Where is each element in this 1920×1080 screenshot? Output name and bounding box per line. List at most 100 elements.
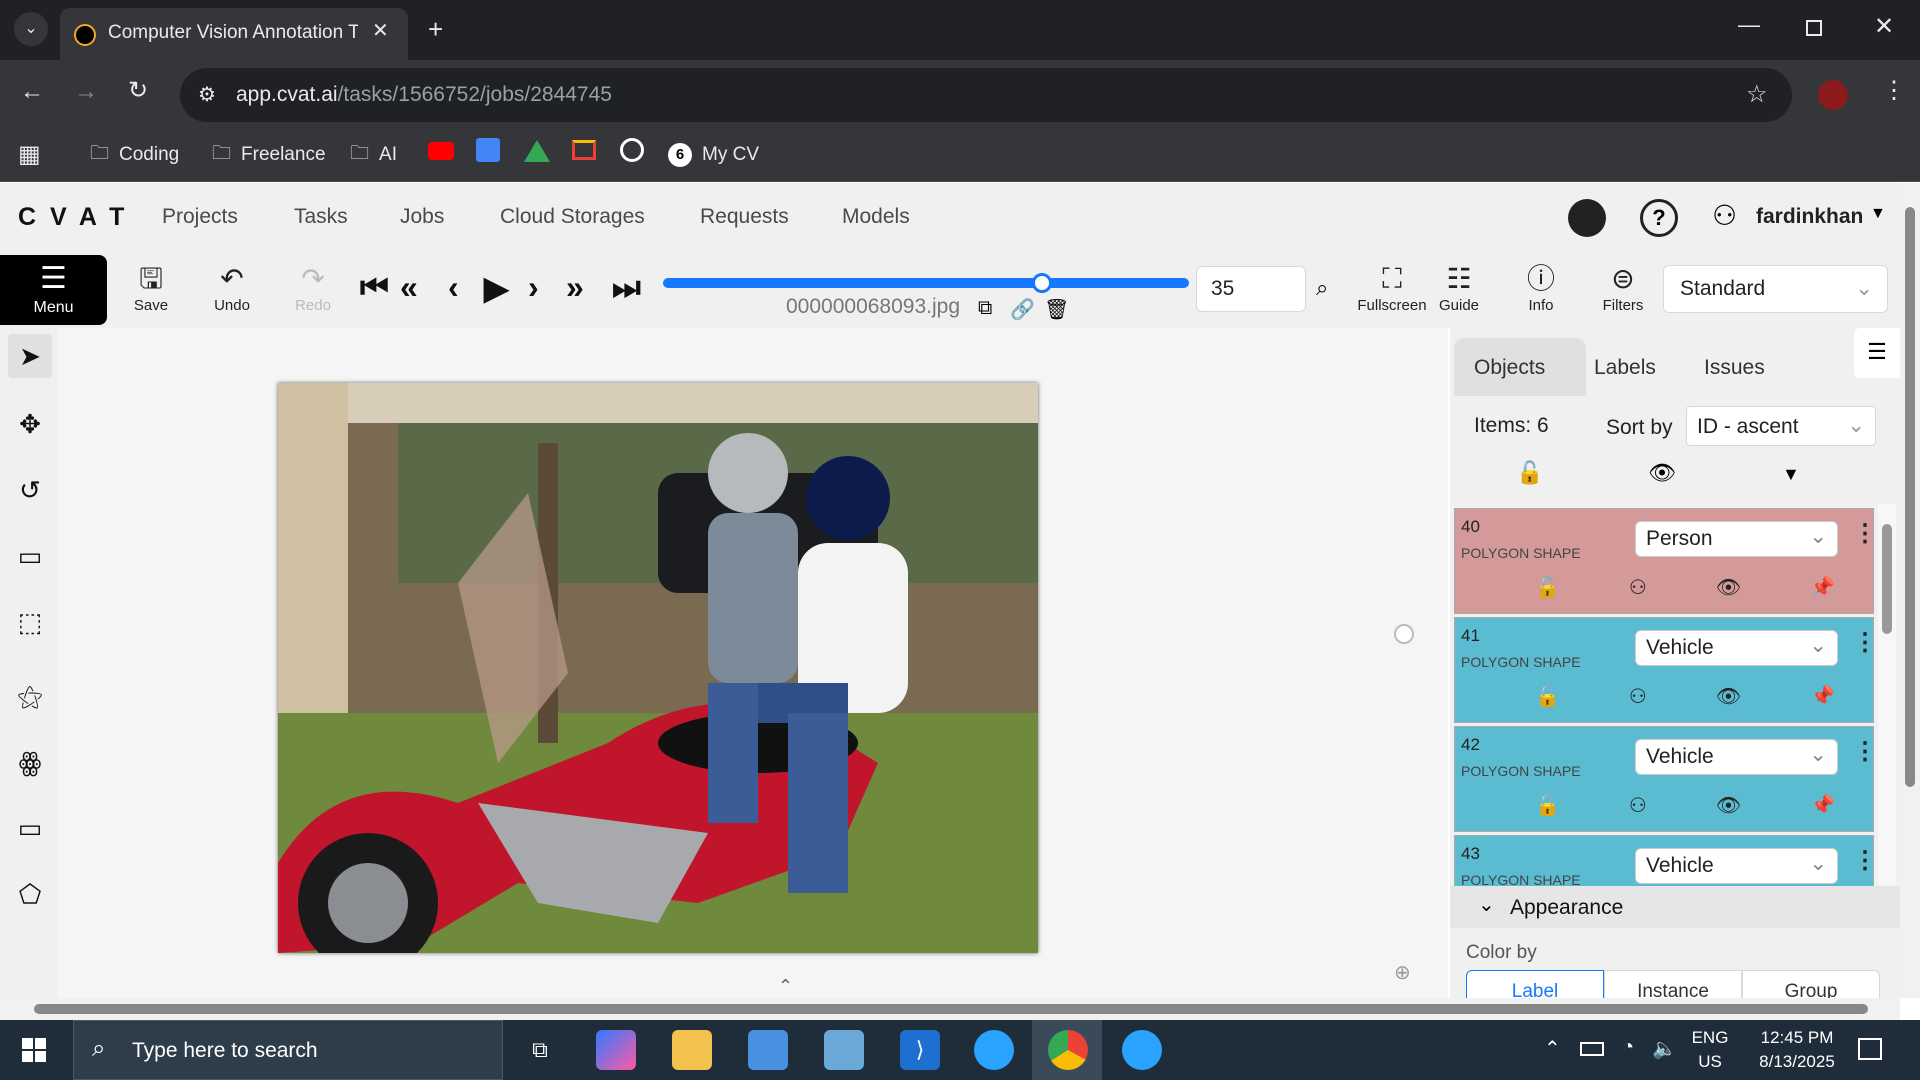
object-label-select[interactable]: Vehicle ⌄ xyxy=(1635,630,1838,666)
nav-tasks[interactable]: Tasks xyxy=(294,205,348,229)
page-vertical-scrollbar[interactable] xyxy=(1900,183,1920,998)
address-bar[interactable]: ⚙ app.cvat.ai/tasks/1566752/jobs/2844745… xyxy=(180,68,1792,122)
bookmark-my-cv[interactable]: 6 My CV xyxy=(668,138,759,172)
zoom-region-icon[interactable]: ⬚ xyxy=(8,600,52,644)
horizontal-scrollbar-thumb[interactable] xyxy=(34,1004,1868,1014)
nav-projects[interactable]: Projects xyxy=(162,205,238,229)
object-label-select[interactable]: Vehicle ⌄ xyxy=(1635,848,1838,884)
object-card-42[interactable]: 42 POLYGON SHAPE Vehicle ⌄ ⋮ 🔓 ⚇ 👁 📌 xyxy=(1454,726,1877,832)
person-icon[interactable]: ⚇ xyxy=(1629,793,1647,818)
last-frame-icon[interactable]: ⏭ xyxy=(612,269,641,307)
cursor-icon[interactable]: ➤ xyxy=(8,334,52,378)
frame-slider-track[interactable] xyxy=(663,278,1189,288)
filters-button[interactable]: ⊜ Filters xyxy=(1588,261,1658,314)
apps-grid-icon[interactable]: ▦ xyxy=(18,140,41,169)
bookmark-star-icon[interactable]: ☆ xyxy=(1746,80,1768,109)
close-window-icon[interactable]: ✕ xyxy=(1874,12,1894,41)
browser-menu-icon[interactable]: ⋮ xyxy=(1882,76,1906,105)
nav-jobs[interactable]: Jobs xyxy=(400,205,444,229)
outlook-icon[interactable] xyxy=(824,1030,864,1070)
save-button[interactable]: 🖫 Save xyxy=(116,261,186,314)
google-translate-icon[interactable] xyxy=(476,138,500,162)
eye-slash-icon[interactable]: 👁 xyxy=(1716,793,1741,818)
language-indicator[interactable]: ENG US xyxy=(1690,1028,1730,1072)
back-icon[interactable]: ← xyxy=(20,78,44,106)
app-icon[interactable] xyxy=(1122,1030,1162,1070)
nav-requests[interactable]: Requests xyxy=(700,205,789,229)
color-by-group-option[interactable]: Group xyxy=(1742,970,1880,998)
minimize-icon[interactable]: — xyxy=(1738,12,1760,38)
canvas-area[interactable]: ⌃ ⊕ xyxy=(58,328,1448,998)
gmail-icon[interactable] xyxy=(572,140,596,160)
page-horizontal-scrollbar[interactable] xyxy=(0,998,1900,1020)
lock-icon[interactable]: 🔓 xyxy=(1535,684,1560,709)
person-icon[interactable]: ⚇ xyxy=(1629,684,1647,709)
frame-slider-handle[interactable] xyxy=(1031,273,1052,293)
bookmark-freelance[interactable]: 🗀 Freelance xyxy=(212,138,326,172)
undo-button[interactable]: ↶ Undo xyxy=(197,261,267,314)
new-tab-icon[interactable]: + xyxy=(428,14,443,45)
copilot-icon[interactable] xyxy=(596,1030,636,1070)
profile-avatar[interactable] xyxy=(1818,80,1848,110)
notifications-icon[interactable] xyxy=(1858,1038,1882,1060)
microsoft-store-icon[interactable] xyxy=(748,1030,788,1070)
object-card-40[interactable]: 40 POLYGON SHAPE Person ⌄ ⋮ 🔓 ⚇ 👁 📌 xyxy=(1454,508,1877,614)
appearance-header[interactable]: ⌄ Appearance xyxy=(1450,886,1900,928)
person-icon[interactable]: ⚇ xyxy=(1629,575,1647,600)
rectangle-tool-icon[interactable]: ▭ xyxy=(8,806,52,850)
object-label-select[interactable]: Vehicle ⌄ xyxy=(1635,739,1838,775)
delete-frame-icon[interactable]: 🗑 xyxy=(1044,297,1069,322)
expand-all-icon[interactable]: ▼ xyxy=(1782,464,1800,485)
eye-slash-icon[interactable]: 👁 xyxy=(1716,684,1741,709)
object-card-43[interactable]: 43 POLYGON SHAPE Vehicle ⌄ ⋮ xyxy=(1454,835,1877,886)
move-icon[interactable]: ✥ xyxy=(8,402,52,446)
color-by-instance-option[interactable]: Instance xyxy=(1604,970,1742,998)
menu-button[interactable]: ☰ Menu xyxy=(0,255,107,325)
site-settings-icon[interactable]: ⚙ xyxy=(198,82,216,107)
objects-scrollbar-thumb[interactable] xyxy=(1882,524,1892,634)
google-drive-icon[interactable] xyxy=(524,140,550,162)
lock-icon[interactable]: 🔓 xyxy=(1535,575,1560,600)
sort-select[interactable]: ID - ascent ⌄ xyxy=(1686,406,1876,446)
object-menu-icon[interactable]: ⋮ xyxy=(1853,737,1877,766)
frame-number-input[interactable]: 35 xyxy=(1196,266,1306,312)
play-icon[interactable]: ▶ xyxy=(484,269,509,307)
browser-tab[interactable]: Computer Vision Annotation To ✕ xyxy=(60,8,408,60)
reload-icon[interactable]: ↻ xyxy=(128,76,148,105)
lock-icon[interactable]: 🔓 xyxy=(1535,793,1560,818)
object-menu-icon[interactable]: ⋮ xyxy=(1853,519,1877,548)
file-explorer-icon[interactable] xyxy=(672,1030,712,1070)
nav-models[interactable]: Models xyxy=(842,205,910,229)
vertical-scrollbar-thumb[interactable] xyxy=(1905,207,1915,787)
pin-icon[interactable]: 📌 xyxy=(1810,793,1835,818)
volume-icon[interactable]: 🔈 xyxy=(1652,1036,1677,1061)
tab-search-icon[interactable]: ⌄ xyxy=(14,12,48,46)
pin-icon[interactable]: 📌 xyxy=(1810,575,1835,600)
lock-all-icon[interactable]: 🔓 xyxy=(1516,460,1543,486)
zoom-in-icon[interactable]: ⊕ xyxy=(1394,960,1411,985)
fast-forward-icon[interactable]: » xyxy=(566,269,584,306)
user-dropdown-icon[interactable]: ▼ xyxy=(1870,205,1886,223)
workspace-select[interactable]: Standard ⌄ xyxy=(1663,265,1888,313)
safari-like-icon[interactable] xyxy=(974,1030,1014,1070)
hide-all-icon[interactable]: 👁 xyxy=(1648,460,1676,486)
objects-scrollbar[interactable] xyxy=(1878,504,1896,886)
github-icon[interactable] xyxy=(1568,199,1606,237)
search-frame-icon[interactable]: ⌕ xyxy=(1316,275,1328,301)
openvino-icon[interactable]: ꙮ xyxy=(8,740,52,784)
first-frame-icon[interactable]: ⏮ xyxy=(360,269,389,307)
rotate-icon[interactable]: ↺ xyxy=(8,468,52,512)
color-by-label-option[interactable]: Label xyxy=(1466,970,1604,998)
annotated-image[interactable] xyxy=(278,383,1038,953)
windows-start-icon[interactable] xyxy=(22,1038,46,1062)
vscode-icon[interactable]: ⟩ xyxy=(900,1030,940,1070)
bookmark-ai[interactable]: 🗀 AI xyxy=(350,138,397,172)
object-card-41[interactable]: 41 POLYGON SHAPE Vehicle ⌄ ⋮ 🔓 ⚇ 👁 📌 xyxy=(1454,617,1877,723)
forward-icon[interactable]: → xyxy=(74,78,98,106)
tray-chevron-icon[interactable]: ⌃ xyxy=(1544,1036,1561,1061)
clock[interactable]: 12:45 PM 8/13/2025 xyxy=(1742,1028,1852,1072)
sidebar-collapse-icon[interactable]: ☰ xyxy=(1854,328,1900,378)
info-button[interactable]: ⓘ Info xyxy=(1506,261,1576,314)
youtube-icon[interactable] xyxy=(428,142,454,160)
taskbar-search[interactable]: ⌕ Type here to search xyxy=(73,1020,503,1080)
